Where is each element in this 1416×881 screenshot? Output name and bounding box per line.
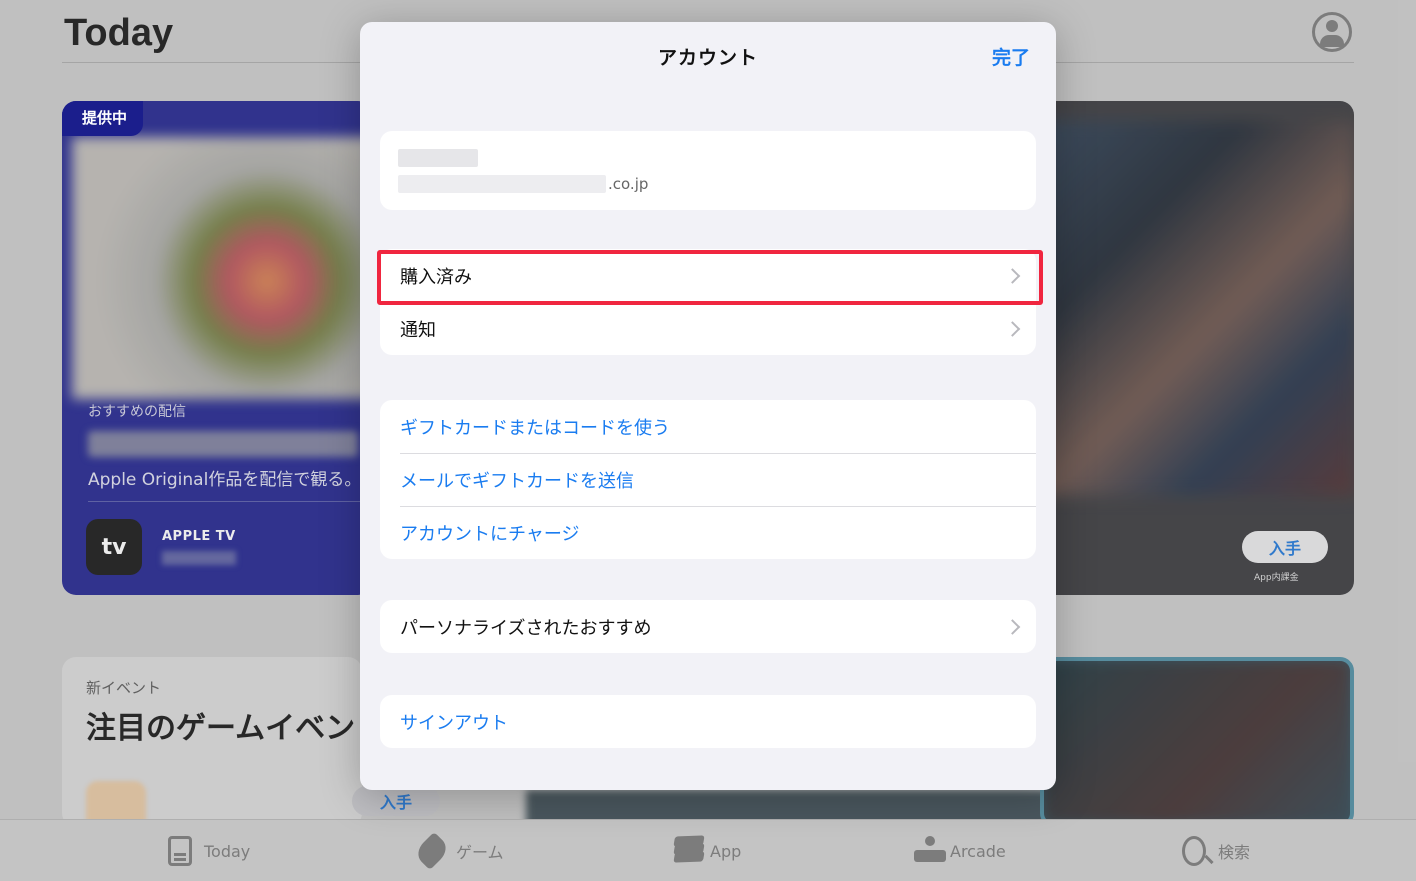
notifications-row[interactable]: 通知: [380, 302, 1036, 355]
chevron-right-icon: [1004, 618, 1021, 635]
sheet-title: アカウント: [657, 47, 758, 69]
account-email-redacted: [398, 175, 606, 193]
chevron-right-icon: [1004, 320, 1021, 337]
purchased-label: 購入済み: [400, 266, 472, 288]
personalization-group: パーソナライズされたおすすめ: [380, 600, 1036, 653]
account-email-domain: .co.jp: [608, 175, 649, 193]
personalized-recommendations-row[interactable]: パーソナライズされたおすすめ: [380, 600, 1036, 653]
purchases-group: 購入済み 通知: [380, 249, 1036, 355]
send-gift-card-row[interactable]: メールでギフトカードを送信: [380, 453, 1036, 506]
account-info[interactable]: .co.jp: [380, 131, 1036, 210]
account-sheet: アカウント 完了 .co.jp 購入済み 通知 ギフトカードまたはコードを使う …: [360, 22, 1056, 790]
redeem-gift-card-row[interactable]: ギフトカードまたはコードを使う: [380, 400, 1036, 453]
purchased-row[interactable]: 購入済み: [380, 249, 1036, 302]
personalized-recommendations-label: パーソナライズされたおすすめ: [400, 617, 652, 639]
offer-badge: 提供中: [62, 101, 144, 136]
sign-out-button[interactable]: サインアウト: [380, 695, 1036, 748]
chevron-right-icon: [1004, 267, 1021, 284]
add-funds-row[interactable]: アカウントにチャージ: [380, 506, 1036, 559]
gift-card-group: ギフトカードまたはコードを使う メールでギフトカードを送信 アカウントにチャージ: [380, 400, 1036, 559]
account-name-redacted: [398, 149, 478, 167]
sign-out-group: サインアウト: [380, 695, 1036, 748]
notifications-label: 通知: [400, 319, 436, 341]
done-button[interactable]: 完了: [992, 43, 1030, 70]
